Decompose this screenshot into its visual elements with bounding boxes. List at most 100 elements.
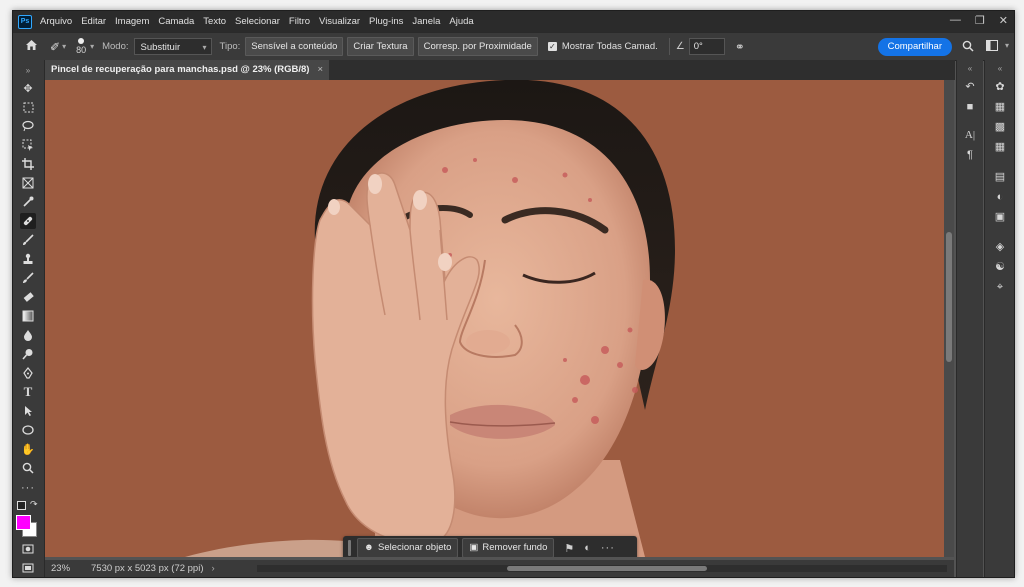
zoom-level[interactable]: 23% <box>51 563 79 574</box>
paths-panel-icon[interactable]: ⌖ <box>985 280 1014 294</box>
workspace-icon[interactable] <box>986 40 998 54</box>
preset-chevron-down-icon[interactable]: ▾ <box>62 42 66 51</box>
restore-icon[interactable]: ❐ <box>975 14 985 27</box>
workspace-chevron-down-icon[interactable]: ▾ <box>1005 41 1009 50</box>
quick-mask-icon[interactable] <box>20 541 36 557</box>
type-tool-icon[interactable]: T <box>20 384 36 400</box>
properties-panel-icon[interactable]: ▤ <box>985 170 1014 184</box>
content-aware-button[interactable]: Sensível a conteúdo <box>245 37 344 56</box>
libraries-panel-icon[interactable]: ▣ <box>985 210 1014 224</box>
panel-dock: « ✿ ▦ ▩ ▦ ▤ ◐ ▣ ◈ ☯ ⌖ <box>984 60 1014 577</box>
history-panel-icon[interactable]: ↶ <box>957 80 983 94</box>
close-icon[interactable]: ✕ <box>999 14 1008 27</box>
horizontal-scrollbar[interactable] <box>257 565 947 572</box>
panel-dock-narrow: « ↶ ■ A| ¶ <box>956 60 983 577</box>
brush-size-picker[interactable]: 80 <box>76 38 86 55</box>
separator <box>668 38 670 55</box>
menu-imagem[interactable]: Imagem <box>115 16 149 27</box>
create-texture-button[interactable]: Criar Textura <box>347 37 414 56</box>
patterns-panel-icon[interactable]: ▦ <box>985 140 1014 154</box>
angle-field[interactable]: 0° <box>688 38 725 55</box>
close-tab-icon[interactable]: × <box>317 64 323 75</box>
dodge-tool-icon[interactable] <box>20 346 36 362</box>
vertical-scrollbar[interactable] <box>944 80 954 557</box>
horizontal-scrollbar-thumb[interactable] <box>507 566 707 571</box>
adjustment-icon[interactable]: ◐ <box>584 542 591 554</box>
search-icon[interactable] <box>962 40 974 55</box>
collapse-toolbar-icon[interactable]: » <box>20 62 36 78</box>
status-chevron-icon[interactable]: › <box>212 563 215 574</box>
gradient-tool-icon[interactable] <box>20 308 36 324</box>
crop-tool-icon[interactable] <box>20 156 36 172</box>
comments-panel-icon[interactable]: ■ <box>957 100 983 114</box>
menu-texto[interactable]: Texto <box>203 16 226 27</box>
menu-janela[interactable]: Janela <box>412 16 440 27</box>
marquee-tool-icon[interactable] <box>20 99 36 115</box>
history-brush-tool-icon[interactable] <box>20 270 36 286</box>
clone-stamp-tool-icon[interactable] <box>20 251 36 267</box>
menu-editar[interactable]: Editar <box>81 16 106 27</box>
frame-tool-icon[interactable] <box>20 175 36 191</box>
tools-panel: » ✥ T ✋ ··· ↷ <box>13 60 45 577</box>
proximity-match-button[interactable]: Corresp. por Proximidade <box>417 37 538 56</box>
eraser-tool-icon[interactable] <box>20 289 36 305</box>
collapse-dock-icon[interactable]: « <box>985 62 1014 76</box>
character-panel-icon[interactable]: A| <box>957 128 983 142</box>
swatches-panel-icon[interactable]: ▦ <box>985 100 1014 114</box>
vertical-scrollbar-thumb[interactable] <box>946 232 952 362</box>
menu-plugins[interactable]: Plug-ins <box>369 16 403 27</box>
object-selection-tool-icon[interactable] <box>20 137 36 153</box>
blur-tool-icon[interactable] <box>20 327 36 343</box>
path-selection-tool-icon[interactable] <box>20 403 36 419</box>
layers-panel-icon[interactable]: ◈ <box>985 240 1014 254</box>
default-colors-icon[interactable] <box>17 501 26 510</box>
pen-tool-icon[interactable] <box>20 365 36 381</box>
select-object-button[interactable]: ☻ Selecionar objeto <box>357 538 459 557</box>
ellipse-tool-icon[interactable] <box>20 422 36 438</box>
contextual-task-bar: ☻ Selecionar objeto ▣ Remover fundo ⚑ ◐ … <box>343 536 637 557</box>
menu-camada[interactable]: Camada <box>158 16 194 27</box>
portrait-photo <box>45 80 944 557</box>
channels-panel-icon[interactable]: ☯ <box>985 260 1014 274</box>
flag-icon[interactable]: ⚑ <box>564 542 574 555</box>
move-tool-icon[interactable]: ✥ <box>20 80 36 96</box>
more-options-icon[interactable]: ··· <box>601 542 615 554</box>
menu-filtro[interactable]: Filtro <box>289 16 310 27</box>
menu-selecionar[interactable]: Selecionar <box>235 16 280 27</box>
hand-tool-icon[interactable]: ✋ <box>20 441 36 457</box>
screen-mode-icon[interactable] <box>20 560 36 576</box>
document-info: 7530 px x 5023 px (72 ppi) <box>91 563 204 574</box>
collapse-panels-icon[interactable]: « <box>957 62 983 76</box>
pressure-size-icon[interactable]: ⚭ <box>735 40 745 54</box>
more-tools-icon[interactable]: ··· <box>20 480 36 496</box>
mode-select[interactable]: Substituir ▾ <box>133 38 212 55</box>
color-panel-icon[interactable]: ✿ <box>985 80 1014 94</box>
menu-visualizar[interactable]: Visualizar <box>319 16 360 27</box>
adjustments-panel-icon[interactable]: ◐ <box>985 190 1014 204</box>
remove-background-label: Remover fundo <box>482 542 548 553</box>
share-button[interactable]: Compartilhar <box>877 38 952 56</box>
eyedropper-tool-icon[interactable] <box>20 194 36 210</box>
drag-handle[interactable] <box>348 540 351 556</box>
document-canvas[interactable]: ☻ Selecionar objeto ▣ Remover fundo ⚑ ◐ … <box>45 80 944 557</box>
person-icon: ☻ <box>364 542 374 553</box>
sample-all-label: Mostrar Todas Camad. <box>561 41 658 52</box>
document-tab[interactable]: Pincel de recuperação para manchas.psd @… <box>45 60 330 80</box>
brush-chevron-down-icon[interactable]: ▾ <box>90 42 94 51</box>
spot-healing-brush-tool-icon[interactable] <box>20 213 36 229</box>
swap-colors-icon[interactable]: ↷ <box>30 499 38 510</box>
minimize-icon[interactable]: — <box>950 14 961 27</box>
zoom-tool-icon[interactable] <box>20 460 36 476</box>
lasso-tool-icon[interactable] <box>20 118 36 134</box>
menu-arquivo[interactable]: Arquivo <box>40 16 72 27</box>
foreground-color-swatch[interactable] <box>16 515 31 530</box>
sample-all-checkbox[interactable]: ✓ <box>547 42 557 51</box>
gradients-panel-icon[interactable]: ▩ <box>985 120 1014 134</box>
brush-tool-icon[interactable] <box>20 232 36 248</box>
document-tab-bar: Pincel de recuperação para manchas.psd @… <box>45 60 955 80</box>
remove-background-button[interactable]: ▣ Remover fundo <box>462 538 555 557</box>
home-icon[interactable] <box>25 39 38 54</box>
paragraph-panel-icon[interactable]: ¶ <box>957 148 983 162</box>
menu-ajuda[interactable]: Ajuda <box>449 16 473 27</box>
spot-healing-brush-preset-icon[interactable]: ✐ <box>50 40 60 54</box>
